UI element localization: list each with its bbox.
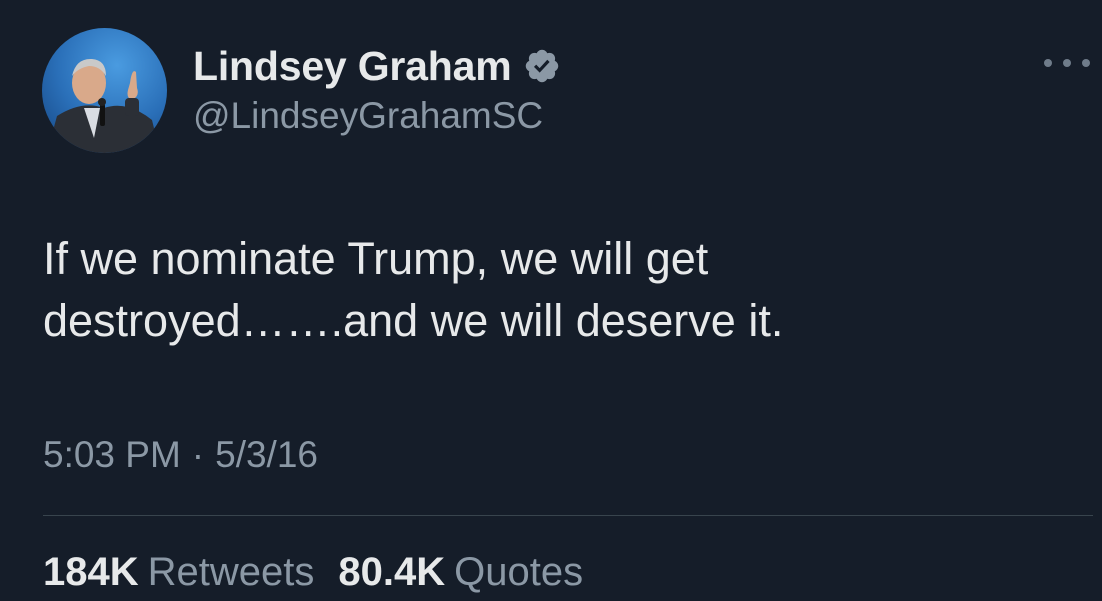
- divider: [43, 515, 1093, 516]
- retweets-count: 184K: [43, 550, 139, 594]
- retweets-label: Retweets: [147, 550, 315, 594]
- more-dot: [1082, 59, 1090, 67]
- tweet-time[interactable]: 5:03 PM: [43, 434, 181, 476]
- author-display-name[interactable]: Lindsey Graham: [193, 43, 512, 90]
- tweet-text: If we nominate Trump, we will get destro…: [43, 233, 784, 346]
- quotes-label: Quotes: [454, 550, 584, 594]
- tweet-timestamp: 5:03 PM · 5/3/16: [43, 434, 318, 476]
- tweet-date[interactable]: 5/3/16: [215, 434, 318, 476]
- verified-badge-icon: [526, 49, 559, 83]
- more-dot: [1063, 59, 1071, 67]
- more-options-icon[interactable]: [1044, 52, 1090, 74]
- avatar-photo: [42, 28, 167, 153]
- tweet-card: Lindsey Graham @LindseyGrahamSC If we no…: [0, 0, 1102, 601]
- author-handle[interactable]: @LindseyGrahamSC: [193, 95, 543, 137]
- tweet-stats: 184K Retweets 80.4K Quotes: [43, 550, 583, 595]
- more-dot: [1044, 59, 1052, 67]
- avatar[interactable]: [42, 28, 167, 153]
- quotes-count: 80.4K: [338, 550, 446, 594]
- quotes-stat[interactable]: 80.4K Quotes: [338, 550, 583, 595]
- retweets-stat[interactable]: 184K Retweets: [43, 550, 314, 595]
- author-name-row: Lindsey Graham: [193, 42, 561, 90]
- timestamp-separator: ·: [191, 434, 205, 475]
